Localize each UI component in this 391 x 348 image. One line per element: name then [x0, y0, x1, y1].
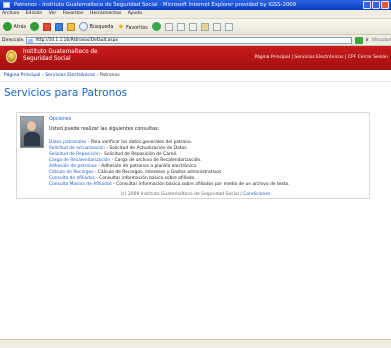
- folder-button[interactable]: [200, 22, 209, 31]
- forward-button[interactable]: [30, 22, 40, 31]
- address-label: Dirección: [2, 37, 24, 43]
- options-heading: Opciones: [49, 117, 72, 122]
- media-button[interactable]: [151, 22, 161, 31]
- status-bar: [0, 339, 391, 348]
- option-desc: - Consultar información básica sobre afi…: [94, 176, 196, 181]
- options-list: Datos patronales - Para verificar los da…: [49, 140, 290, 188]
- option-link[interactable]: Consulta Masiva de Afiliados: [49, 182, 112, 187]
- window-title: Patronos - Instituto Guatemalteco de Seg…: [14, 2, 297, 8]
- menu-archivo[interactable]: Archivo: [2, 11, 19, 16]
- toolbar: Atrás Búsqueda ★ Favoritos: [0, 19, 391, 35]
- refresh-button[interactable]: [55, 22, 64, 31]
- option-desc: - Consultar información básica sobre afi…: [111, 182, 290, 187]
- footer-conditions-link[interactable]: Condiciones: [243, 192, 270, 197]
- favorites-button[interactable]: ★ Favoritos: [117, 22, 147, 31]
- title-bar: Patronos - Instituto Guatemalteco de Seg…: [0, 0, 391, 10]
- search-icon: [79, 22, 89, 31]
- ie-icon: [3, 2, 10, 8]
- option-link[interactable]: Solicitud de actualización: [49, 146, 105, 151]
- mail-button[interactable]: [176, 22, 185, 31]
- banner-links[interactable]: Página Principal | Servicios Electrónico…: [254, 55, 388, 60]
- option-desc: - Para verificar los datos generales del…: [86, 140, 192, 145]
- back-button[interactable]: Atrás: [3, 22, 26, 31]
- history-button[interactable]: [164, 22, 173, 31]
- links-label[interactable]: Vínculos: [372, 38, 391, 43]
- maximize-button[interactable]: [372, 1, 380, 9]
- messenger-button[interactable]: [212, 22, 221, 31]
- option-link[interactable]: Datos patronales: [49, 140, 86, 145]
- menu-bar: Archivo Edición Ver Favoritos Herramient…: [0, 10, 391, 19]
- breadcrumb-current: Patronos: [99, 73, 120, 78]
- breadcrumb-services[interactable]: Servicios Electrónicos: [45, 73, 95, 78]
- option-desc: - Carga de archivo de Recalendarización.: [110, 158, 202, 163]
- search-button[interactable]: Búsqueda: [79, 22, 113, 31]
- person-photo: [20, 116, 44, 148]
- discuss-button[interactable]: [224, 22, 233, 31]
- option-desc: - Adhesión de patronos a planilla electr…: [96, 164, 198, 169]
- go-label[interactable]: Ir: [366, 38, 369, 43]
- menu-ver[interactable]: Ver: [49, 11, 57, 16]
- igss-logo-icon: [6, 50, 17, 63]
- page-icon: [28, 38, 34, 43]
- browser-window: Patronos - Instituto Guatemalteco de Seg…: [0, 0, 391, 348]
- menu-ayuda[interactable]: Ayuda: [128, 11, 142, 16]
- footer-copyright: (c) 2009 Instituto Guatemalteco de Segur…: [120, 192, 244, 197]
- option-link[interactable]: Consulta de afiliados: [49, 176, 95, 181]
- menu-favoritos[interactable]: Favoritos: [63, 11, 84, 16]
- go-button[interactable]: [354, 36, 363, 44]
- options-panel: Opciones Usted puede realizar las siguie…: [16, 112, 370, 199]
- option-item: Consulta Masiva de Afiliados - Consultar…: [49, 182, 290, 188]
- breadcrumb: Página Principal › Servicios Electrónico…: [0, 70, 391, 82]
- menu-herramientas[interactable]: Herramientas: [90, 11, 121, 16]
- close-button[interactable]: [381, 1, 389, 9]
- option-link[interactable]: Solicitud de Reposición: [49, 152, 100, 157]
- option-desc: - Cálculo de Recargos, Intereses y Gasto…: [93, 170, 222, 175]
- option-desc: - Solicitud de Actualización de Datos.: [104, 146, 188, 151]
- back-arrow-icon: [3, 22, 12, 31]
- stop-button[interactable]: [43, 22, 52, 31]
- option-link[interactable]: Carga de Recalendarización: [49, 158, 110, 163]
- address-bar: Dirección http://10.1.1.16/Patronos/Defa…: [0, 35, 391, 46]
- menu-edicion[interactable]: Edición: [26, 11, 43, 16]
- option-link[interactable]: Cálculo de Recargos: [49, 170, 94, 175]
- institution-name: Instituto Guatemalteco de Seguridad Soci…: [23, 49, 98, 62]
- person-body: [24, 132, 40, 146]
- print-button[interactable]: [188, 22, 197, 31]
- options-intro: Usted puede realizar las siguientes cons…: [49, 127, 160, 132]
- person-head: [27, 121, 36, 131]
- site-banner: Instituto Guatemalteco de Seguridad Soci…: [0, 46, 391, 70]
- option-desc: - Solicitud de Reposición de Carné.: [99, 152, 178, 157]
- breadcrumb-home[interactable]: Página Principal: [4, 73, 40, 78]
- star-icon: ★: [117, 22, 125, 31]
- minimize-button[interactable]: [363, 1, 371, 9]
- address-field[interactable]: http://10.1.1.16/Patronos/Default.aspx: [26, 36, 352, 44]
- window-controls: [363, 1, 389, 9]
- option-link[interactable]: Adhesión de patronos: [49, 164, 97, 169]
- footer: (c) 2009 Instituto Guatemalteco de Segur…: [0, 192, 391, 197]
- page-title: Servicios para Patronos: [4, 87, 128, 99]
- home-button[interactable]: [67, 22, 76, 31]
